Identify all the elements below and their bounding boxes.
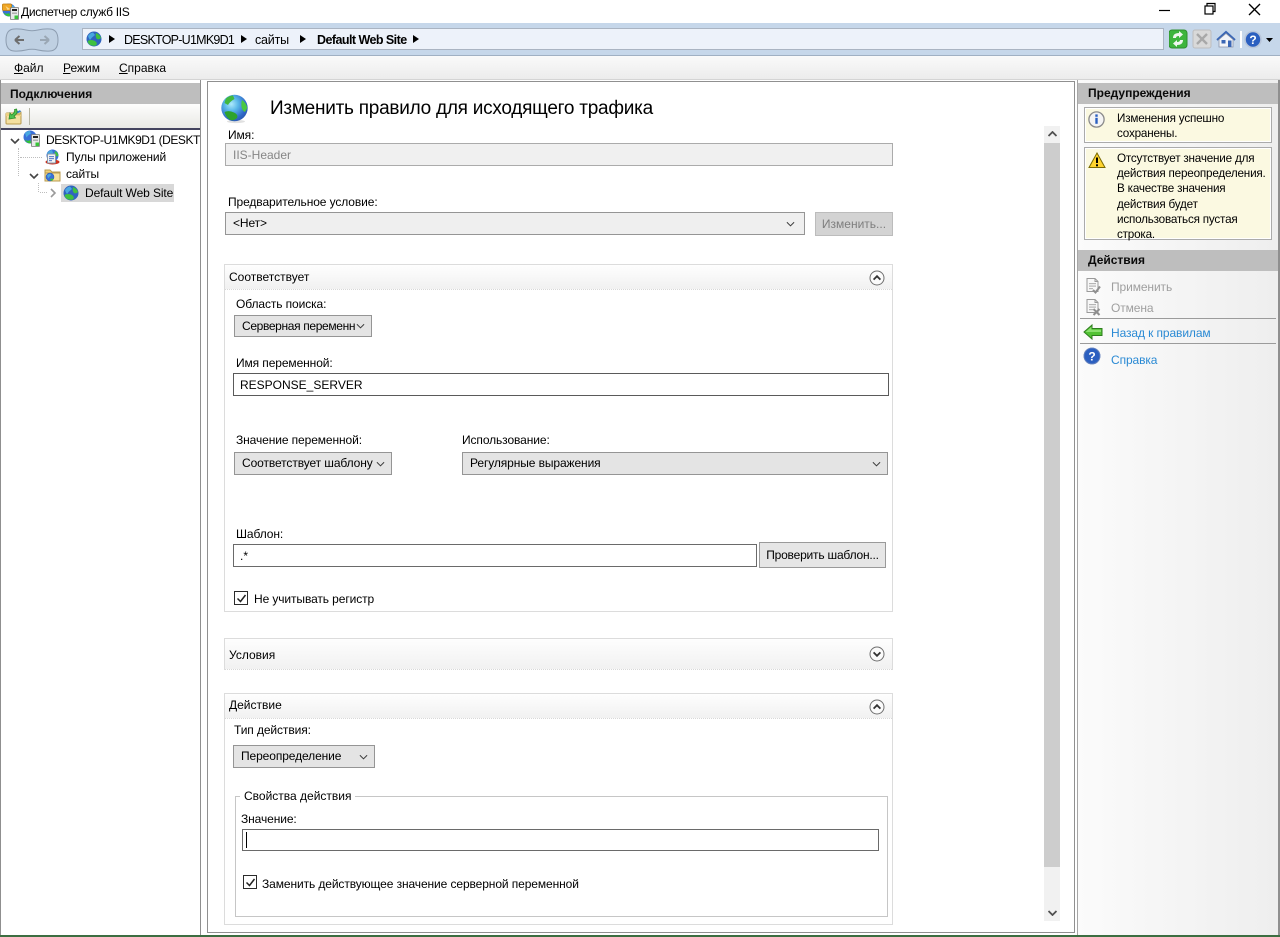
svg-text:?: ?: [1249, 33, 1256, 47]
svg-text:?: ?: [1088, 350, 1095, 364]
